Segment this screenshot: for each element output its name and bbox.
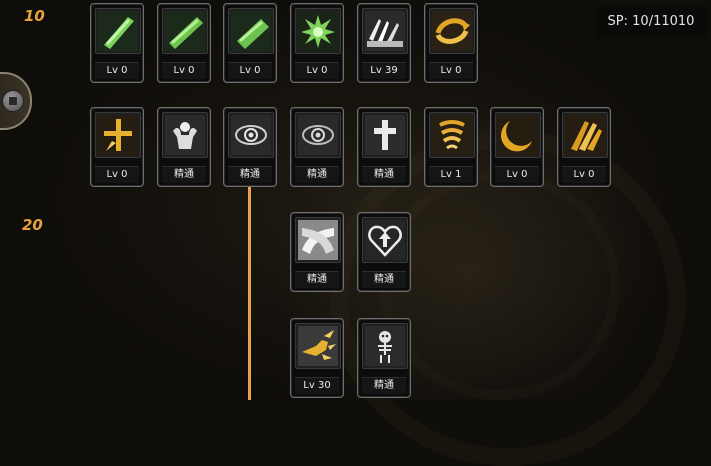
skill-slot-1[interactable]: Lv 0	[90, 3, 144, 83]
white-claw-slash-icon	[362, 8, 408, 54]
skill-level-label: Lv 0	[228, 62, 272, 79]
tier-label-10: 10	[24, 7, 45, 25]
skill-slot-9[interactable]: 精通	[223, 107, 277, 187]
skill-slot-13[interactable]: Lv 0	[490, 107, 544, 187]
heart-arrow-icon	[362, 217, 408, 263]
golden-swirl-icon	[429, 8, 475, 54]
menu-knob-icon	[2, 90, 24, 112]
green-blade-icon	[95, 8, 141, 54]
eye-icon	[228, 112, 274, 158]
skill-points-display: SP: 10/11010	[595, 6, 707, 38]
green-burst-icon	[295, 8, 341, 54]
skill-level-label: 精通	[228, 166, 272, 183]
eye-icon	[295, 112, 341, 158]
skill-slot-3[interactable]: Lv 0	[223, 3, 277, 83]
skill-level-label: Lv 0	[162, 62, 206, 79]
skill-level-label: 精通	[295, 166, 339, 183]
cross-icon	[362, 112, 408, 158]
skill-slot-2[interactable]: Lv 0	[157, 3, 211, 83]
skill-level-label: Lv 0	[295, 62, 339, 79]
skill-slot-14[interactable]: Lv 0	[557, 107, 611, 187]
golden-tornado-icon	[429, 112, 475, 158]
skill-level-label: 精通	[162, 166, 206, 183]
skill-tree-connector-line	[248, 182, 251, 400]
skill-slot-11[interactable]: 精通	[357, 107, 411, 187]
skill-level-label: Lv 0	[95, 62, 139, 79]
green-blade-icon	[162, 8, 208, 54]
golden-dash-icon	[562, 112, 608, 158]
skill-level-label: Lv 0	[95, 166, 139, 183]
skill-level-label: Lv 0	[562, 166, 606, 183]
skill-slot-10[interactable]: 精通	[290, 107, 344, 187]
tier-label-20: 20	[22, 216, 43, 234]
skeleton-icon	[362, 323, 408, 369]
skill-level-label: 精通	[295, 271, 339, 288]
golden-cross-burst-icon	[95, 112, 141, 158]
skill-level-label: 精通	[362, 377, 406, 394]
green-blade-icon	[228, 8, 274, 54]
skill-level-label: Lv 0	[429, 62, 473, 79]
skill-level-label: Lv 1	[429, 166, 473, 183]
skill-level-label: Lv 30	[295, 377, 339, 394]
skill-level-label: Lv 0	[495, 166, 539, 183]
skill-level-label: Lv 39	[362, 62, 406, 79]
skill-slot-7[interactable]: Lv 0	[90, 107, 144, 187]
skill-slot-16[interactable]: 精通	[357, 212, 411, 292]
skill-slot-4[interactable]: Lv 0	[290, 3, 344, 83]
crossed-arms-icon	[295, 217, 341, 263]
skill-slot-12[interactable]: Lv 1	[424, 107, 478, 187]
background-emblem-inner-decoration	[380, 170, 620, 400]
skill-slot-5[interactable]: Lv 39	[357, 3, 411, 83]
skill-slot-6[interactable]: Lv 0	[424, 3, 478, 83]
skill-level-label: 精通	[362, 271, 406, 288]
skill-slot-18[interactable]: 精通	[357, 318, 411, 398]
skill-slot-17[interactable]: Lv 30	[290, 318, 344, 398]
muscle-flex-icon	[162, 112, 208, 158]
skill-level-label: 精通	[362, 166, 406, 183]
skill-slot-8[interactable]: 精通	[157, 107, 211, 187]
golden-punch-icon	[295, 323, 341, 369]
skill-slot-15[interactable]: 精通	[290, 212, 344, 292]
golden-crescent-icon	[495, 112, 541, 158]
